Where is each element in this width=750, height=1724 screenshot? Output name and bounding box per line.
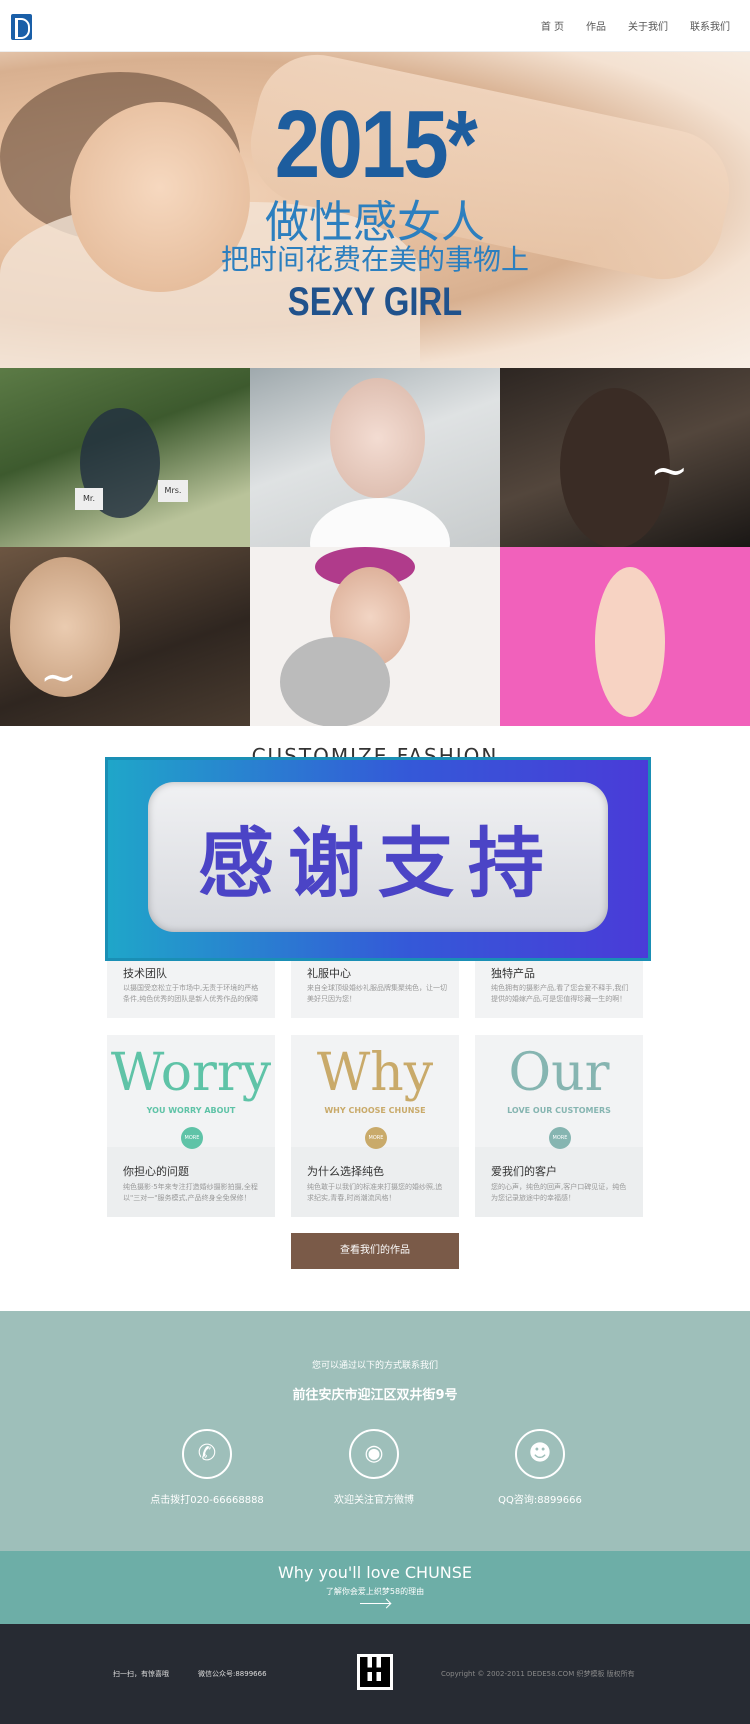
weibo-icon[interactable]: ◉ [349,1429,399,1479]
info-card-title: 你担心的问题 [123,1165,189,1178]
contact-section: 您可以通过以下的方式联系我们 前往安庆市迎江区双井街9号 ✆ 点击拨打020-6… [0,1311,750,1551]
info-card-title: 为什么选择纯色 [307,1165,384,1178]
thanks-overlay-panel: 感谢支持 [148,782,608,932]
main-nav: 首 页 作品 关于我们 联系我们 [541,18,730,33]
feature-card-desc: 纯色拥有的摄影产品,看了您会爱不释手,我们提供的婚嫁产品,可是您值得珍藏一生的啊… [491,984,629,1003]
logo[interactable] [11,14,32,40]
photo-dress [310,498,450,547]
photo-gallery: Mr. Mrs. ~ ~ [0,368,750,727]
feature-card-desc: 来自全球顶级婚纱礼服品牌集聚纯色，让一切美好只因为您！ [307,984,447,1003]
korean-script-decoration: ~ [40,652,77,703]
gallery-photo-fashion-flowers[interactable] [250,547,500,726]
arrow-right-icon[interactable] [360,1603,390,1604]
site-footer: 扫一扫，有惊喜哦 微信公众号:8899666 Copyright © 2002-… [0,1624,750,1724]
feature-card-dress: 礼服中心 来自全球顶级婚纱礼服品牌集聚纯色，让一切美好只因为您！ [291,961,459,1018]
photo-face [330,378,425,498]
info-card-title: 爱我们的客户 [491,1165,557,1178]
photo-figure [595,567,665,717]
gallery-photo-night-couple[interactable]: ~ [500,368,750,547]
nav-works[interactable]: 作品 [586,18,606,33]
feature-card-title: 独特产品 [491,967,535,980]
gallery-photo-pink-girl[interactable] [500,547,750,726]
nav-home[interactable]: 首 页 [541,18,564,33]
info-card-subtitle: YOU WORRY ABOUT [146,1106,236,1115]
more-button[interactable]: MORE [549,1127,571,1149]
thanks-overlay-banner: 感谢支持 [105,757,651,961]
feature-card-title: 技术团队 [123,967,167,980]
qq-icon[interactable]: ☻ [515,1429,565,1479]
phone-icon[interactable]: ✆ [182,1429,232,1479]
info-card-big-word: Why [316,1043,434,1103]
more-button[interactable]: MORE [181,1127,203,1149]
info-card-big-word: Our [508,1043,610,1103]
korean-script-decoration: ~ [650,443,689,497]
photo-fur [280,637,390,726]
feature-card-title: 礼服中心 [307,967,351,980]
contact-weibo-label[interactable]: 欢迎关注官方微博 [284,1491,464,1506]
hero-tagline: SEXY GIRL [287,280,463,324]
hero-banner: 2015* 做性感女人 把时间花费在美的事物上 SEXY GIRL [0,52,750,368]
contact-lead: 您可以通过以下的方式联系我们 [311,1361,438,1371]
more-button[interactable]: MORE [365,1127,387,1149]
chair-sign-mrs: Mrs. [158,480,188,502]
love-banner: Why you'll love CHUNSE 了解你会爱上织梦58的理由 [0,1551,750,1624]
gallery-photo-couple-chairs[interactable]: Mr. Mrs. [0,368,250,547]
feature-card-product: 独特产品 纯色拥有的摄影产品,看了您会爱不释手,我们提供的婚嫁产品,可是您值得珍… [475,961,643,1018]
info-card-big-word: Worry [110,1043,272,1103]
info-card-subtitle: WHY CHOOSE CHUNSE [324,1106,426,1115]
hero-year: 2015* [274,91,478,198]
view-works-button[interactable]: 查看我们的作品 [291,1233,459,1269]
love-subtitle: 了解你会爱上织梦58的理由 [325,1587,425,1596]
info-card-subtitle: LOVE OUR CUSTOMERS [507,1106,611,1115]
site-header: 首 页 作品 关于我们 联系我们 [0,0,750,52]
info-card-worry: Worry YOU WORRY ABOUT MORE 你担心的问题 纯色摄影·5… [107,1035,275,1217]
info-card-why: Why WHY CHOOSE CHUNSE MORE 为什么选择纯色 纯色敢于以… [291,1035,459,1217]
nav-contact[interactable]: 联系我们 [690,18,730,33]
contact-phone-label[interactable]: 点击拨打020-66668888 [117,1491,297,1506]
feature-card-team: 技术团队 以摄国受恋松立于市场中,无责于环境的严格条件,纯色优秀的团队是新人优秀… [107,961,275,1018]
gallery-photo-couple-closeup[interactable]: ~ [0,547,250,726]
info-card-our: Our LOVE OUR CUSTOMERS MORE 爱我们的客户 您的心声，… [475,1035,643,1217]
info-card-desc: 纯色摄影·5年来专注打造婚纱摄影拍摄,全程以"三对一"服务模式,产品终身全免保修… [123,1183,258,1202]
hero-text: 2015* 做性感女人 把时间花费在美的事物上 SEXY GIRL [0,52,750,368]
footer-copyright: Copyright © 2002-2011 DEDE58.COM 织梦模板 版权… [441,1670,635,1678]
info-card-desc: 纯色敢于以我们的标准来打摄您的婚纱照,追求纪实,青春,时尚潮流风格！ [307,1183,443,1202]
love-title: Why you'll love CHUNSE [277,1563,473,1582]
qr-code-icon [357,1654,393,1690]
footer-wechat-text: 微信公众号:8899666 [198,1670,267,1678]
thanks-overlay-text: 感谢支持 [198,819,558,908]
contact-address: 前往安庆市迎江区双井街9号 [292,1388,458,1403]
hero-subheadline: 把时间花费在美的事物上 [220,243,529,276]
nav-about[interactable]: 关于我们 [628,18,668,33]
info-card-desc: 您的心声，纯色的回声,客户口碑见证，纯色为您记录旅途中的幸福感！ [491,1183,627,1202]
chair-sign-mr: Mr. [75,488,103,510]
feature-card-desc: 以摄国受恋松立于市场中,无责于环境的严格条件,纯色优秀的团队是新人优秀作品的保障 [123,984,259,1003]
gallery-photo-bride-veil[interactable] [250,368,500,547]
footer-scan-text: 扫一扫，有惊喜哦 [113,1670,169,1678]
contact-qq-label[interactable]: QQ咨询:8899666 [450,1491,630,1506]
